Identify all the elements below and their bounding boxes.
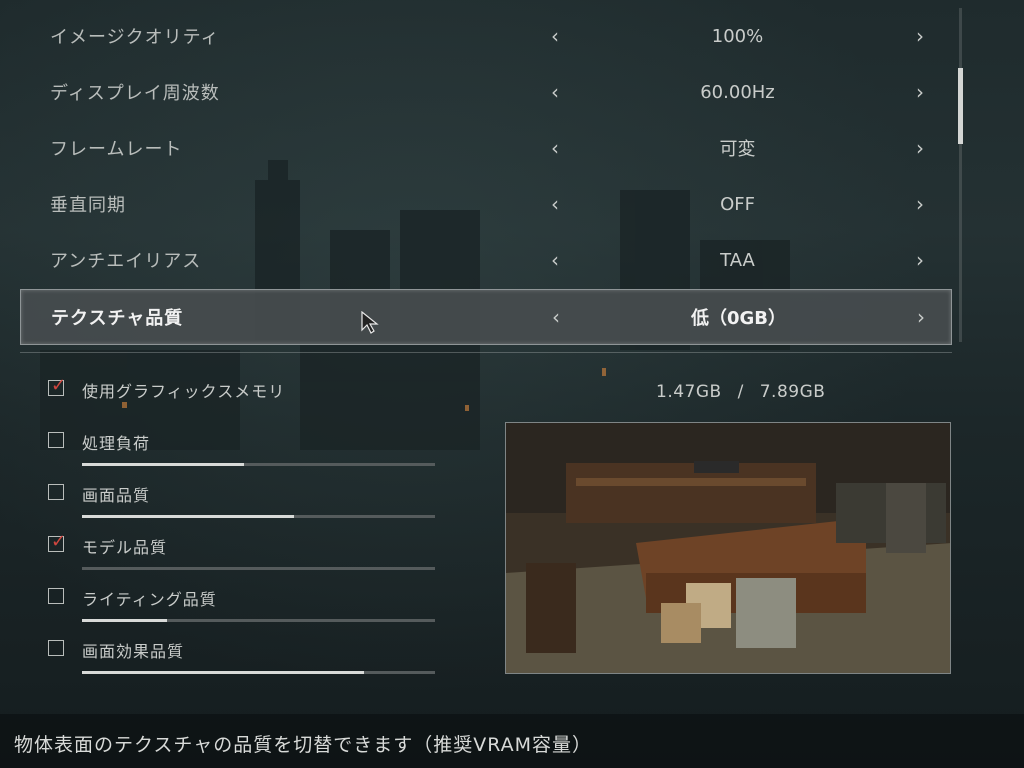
meter-fill — [82, 515, 294, 518]
vram-used: 1.47GB — [656, 382, 722, 402]
setting-label: 垂直同期 — [50, 195, 126, 216]
setting-row-vsync[interactable]: 垂直同期 ‹ OFF › — [20, 176, 952, 232]
preview-scene — [506, 423, 950, 673]
setting-row-display-frequency[interactable]: ディスプレイ周波数 ‹ 60.00Hz › — [20, 64, 952, 120]
impact-meter — [82, 619, 435, 622]
checkbox[interactable] — [48, 484, 64, 500]
check-row-screen-quality[interactable]: 画面品質 — [48, 476, 448, 524]
scrollbar-track[interactable] — [959, 8, 962, 342]
chevron-right-icon[interactable]: › — [910, 192, 930, 216]
checkbox[interactable] — [48, 588, 64, 604]
setting-description: 物体表面のテクスチャの品質を切替できます（推奨VRAM容量） — [14, 734, 593, 756]
chevron-right-icon[interactable]: › — [910, 80, 930, 104]
setting-row-frame-rate[interactable]: フレームレート ‹ 可変 › — [20, 120, 952, 176]
setting-label: ディスプレイ周波数 — [50, 83, 220, 104]
check-label: 処理負荷 — [82, 434, 151, 453]
setting-value: 60.00Hz — [700, 81, 775, 103]
setting-label: イメージクオリティ — [50, 27, 220, 48]
impact-meter — [82, 515, 435, 518]
scrollbar-thumb[interactable] — [958, 68, 963, 144]
texture-preview-image — [505, 422, 951, 674]
impact-meter — [82, 671, 435, 674]
check-mark-icon: ✓ — [51, 375, 67, 396]
check-label: 画面品質 — [82, 486, 151, 505]
chevron-left-icon[interactable]: ‹ — [545, 136, 565, 160]
check-row-graphics-memory[interactable]: ✓ 使用グラフィックスメモリ — [48, 372, 448, 420]
setting-label: フレームレート — [50, 139, 183, 160]
checkbox[interactable] — [48, 640, 64, 656]
setting-row-image-quality[interactable]: イメージクオリティ ‹ 100% › — [20, 8, 952, 64]
chevron-right-icon[interactable]: › — [910, 24, 930, 48]
divider — [20, 352, 952, 353]
chevron-left-icon[interactable]: ‹ — [545, 24, 565, 48]
checkbox[interactable]: ✓ — [48, 531, 66, 552]
vram-usage: 1.47GB / 7.89GB — [656, 382, 825, 402]
settings-list: イメージクオリティ ‹ 100% › ディスプレイ周波数 ‹ 60.00Hz ›… — [20, 8, 952, 345]
check-row-effects-quality[interactable]: 画面効果品質 — [48, 632, 448, 680]
setting-value: 可変 — [719, 139, 756, 160]
meter-fill — [82, 619, 167, 622]
chevron-left-icon[interactable]: ‹ — [545, 80, 565, 104]
chevron-right-icon[interactable]: › — [910, 248, 930, 272]
graphics-settings-screen: イメージクオリティ ‹ 100% › ディスプレイ周波数 ‹ 60.00Hz ›… — [0, 0, 1024, 768]
chevron-right-icon[interactable]: › — [910, 136, 930, 160]
chevron-left-icon[interactable]: ‹ — [545, 248, 565, 272]
meter-fill — [82, 671, 365, 674]
check-row-processing-load[interactable]: 処理負荷 — [48, 424, 448, 472]
mouse-cursor-icon — [361, 311, 379, 334]
meter-fill — [82, 463, 245, 466]
vram-total: 7.89GB — [759, 382, 826, 402]
impact-meter — [82, 463, 435, 466]
chevron-left-icon[interactable]: ‹ — [546, 305, 566, 329]
setting-value: 低（0GB） — [690, 308, 787, 329]
setting-row-antialiasing[interactable]: アンチエイリアス ‹ TAA › — [20, 232, 952, 288]
check-label: モデル品質 — [82, 538, 168, 557]
check-label: 画面効果品質 — [82, 642, 185, 661]
setting-label: テクスチャ品質 — [51, 308, 184, 329]
check-label: ライティング品質 — [82, 590, 217, 609]
setting-value: OFF — [720, 193, 755, 215]
setting-row-texture-quality[interactable]: テクスチャ品質 ‹ 低（0GB） › — [20, 289, 952, 345]
checkbox[interactable] — [48, 432, 64, 448]
chevron-right-icon[interactable]: › — [911, 305, 931, 329]
setting-label: アンチエイリアス — [50, 251, 202, 272]
checkbox[interactable]: ✓ — [48, 375, 66, 396]
setting-value: TAA — [720, 249, 755, 271]
check-row-lighting-quality[interactable]: ライティング品質 — [48, 580, 448, 628]
chevron-left-icon[interactable]: ‹ — [545, 192, 565, 216]
check-row-model-quality[interactable]: ✓ モデル品質 — [48, 528, 448, 576]
vram-separator: / — [737, 382, 744, 402]
setting-value: 100% — [711, 25, 764, 47]
check-mark-icon: ✓ — [51, 531, 67, 552]
impact-meter — [82, 567, 435, 570]
check-label: 使用グラフィックスメモリ — [82, 382, 286, 401]
